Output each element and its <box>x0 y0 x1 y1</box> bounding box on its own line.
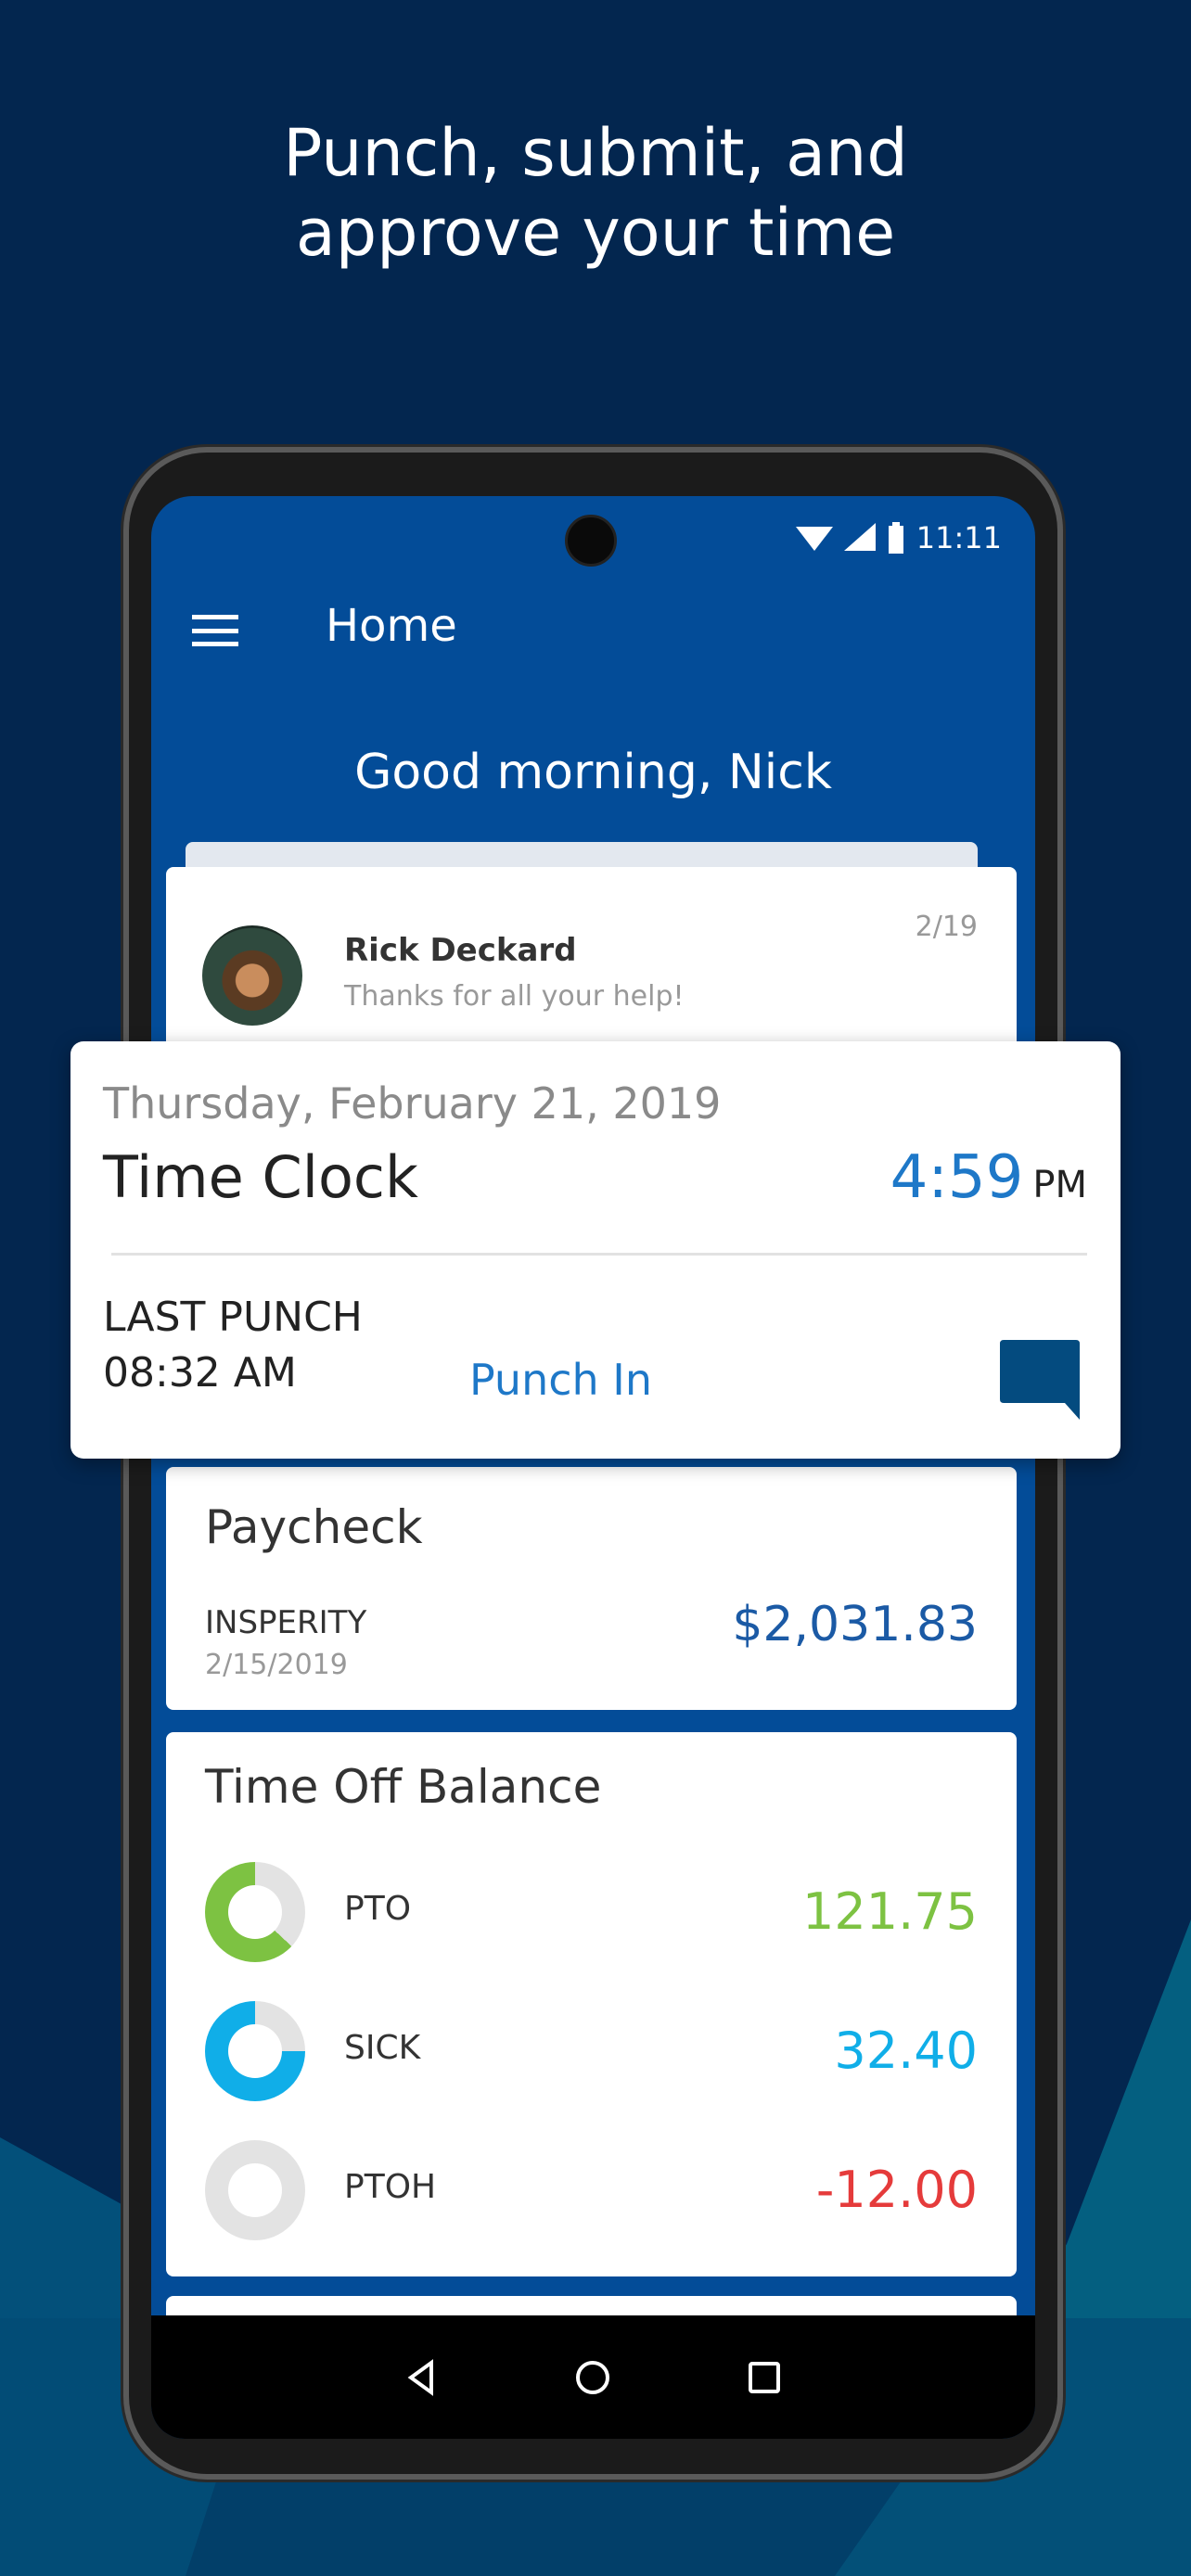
time-off-balance-card[interactable]: Time Off Balance PTO 121.75 SICK 32.40 P… <box>166 1732 1017 2276</box>
message-card[interactable]: Rick Deckard Thanks for all your help! 2… <box>166 867 1017 1052</box>
time-clock-date: Thursday, February 21, 2019 <box>103 1078 722 1129</box>
last-punch-label: LAST PUNCH <box>103 1294 363 1341</box>
time-off-title: Time Off Balance <box>205 1760 602 1814</box>
greeting: Good morning, Nick <box>354 745 832 800</box>
paycheck-amount: $2,031.83 <box>732 1597 978 1652</box>
recents-icon[interactable] <box>744 2357 785 2398</box>
message-text: Thanks for all your help! <box>344 980 685 1013</box>
hamburger-menu-icon[interactable] <box>192 615 238 646</box>
time-clock-title: Time Clock <box>103 1143 418 1211</box>
headline-line-2: approve your time <box>295 195 896 271</box>
signal-icon <box>843 523 876 551</box>
headline-line-1: Punch, submit, and <box>283 115 908 191</box>
page-title: Home <box>326 600 457 652</box>
time-off-label: PTOH <box>344 2168 437 2206</box>
back-icon[interactable] <box>402 2357 442 2398</box>
home-icon[interactable] <box>572 2357 613 2398</box>
last-punch-time: 08:32 AM <box>103 1349 297 1396</box>
paycheck-date: 2/15/2019 <box>205 1649 348 1681</box>
donut-chart <box>205 1862 305 1962</box>
time-off-value: -12.00 <box>815 2161 978 2219</box>
time-off-value: 32.40 <box>834 2021 978 2080</box>
paycheck-card[interactable]: Paycheck INSPERITY 2/15/2019 $2,031.83 <box>166 1467 1017 1710</box>
time-off-row-ptoh[interactable]: PTOH -12.00 <box>205 2140 978 2242</box>
status-time: 11:11 <box>916 520 1002 555</box>
phone-screen: 11:11 Home Good morning, Nick Rick Decka… <box>151 496 1035 2439</box>
current-time-value: 4:59 <box>890 1143 1024 1212</box>
time-off-value: 121.75 <box>802 1882 978 1941</box>
wifi-icon <box>795 527 833 551</box>
time-clock-card: Thursday, February 21, 2019 Time Clock 4… <box>70 1041 1121 1459</box>
current-time-ampm: PM <box>1032 1164 1087 1206</box>
status-bar: 11:11 <box>795 520 1002 555</box>
donut-chart <box>205 2001 305 2101</box>
avatar <box>202 925 302 1026</box>
camera <box>565 515 617 567</box>
punch-in-button[interactable]: Punch In <box>469 1355 652 1405</box>
time-off-row-sick[interactable]: SICK 32.40 <box>205 2001 978 2103</box>
paycheck-title: Paycheck <box>205 1500 423 1554</box>
paycheck-company: INSPERITY <box>205 1604 367 1641</box>
divider <box>111 1253 1087 1256</box>
message-sender: Rick Deckard <box>344 932 577 969</box>
time-off-row-pto[interactable]: PTO 121.75 <box>205 1862 978 1964</box>
current-time: 4:59 PM <box>890 1143 1087 1212</box>
time-off-label: SICK <box>344 2029 421 2067</box>
message-date: 2/19 <box>915 911 978 943</box>
battery-icon <box>888 522 903 554</box>
donut-chart <box>205 2140 305 2240</box>
android-nav-bar <box>151 2315 1035 2439</box>
chat-bubble-icon[interactable] <box>998 1338 1082 1422</box>
headline: Punch, submit, and approve your time <box>0 113 1191 273</box>
time-off-label: PTO <box>344 1890 412 1928</box>
